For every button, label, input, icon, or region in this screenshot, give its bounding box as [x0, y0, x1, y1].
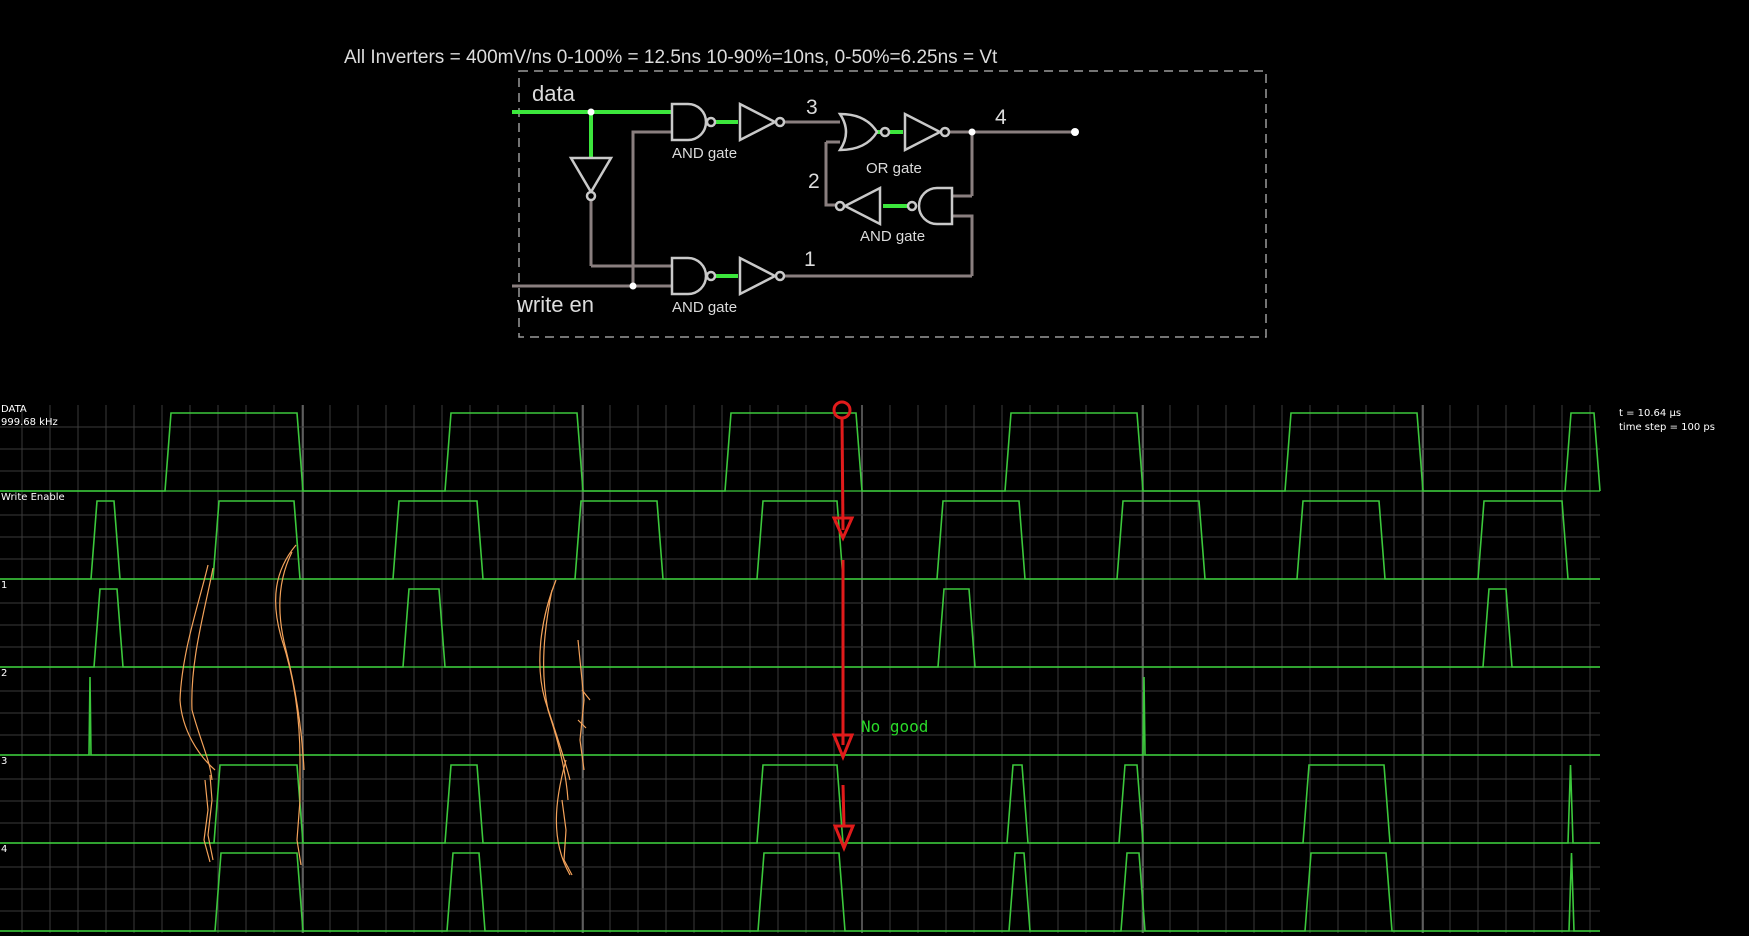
channel-label-write-enable: Write Enable	[1, 492, 65, 503]
header-note: All Inverters = 400mV/ns 0-100% = 12.5ns…	[344, 47, 998, 68]
output-terminal[interactable]	[1071, 128, 1079, 136]
gate-label: AND gate	[860, 228, 925, 245]
channel-label-4: 4	[1, 844, 7, 855]
schematic: All Inverters = 400mV/ns 0-100% = 12.5ns…	[344, 47, 1267, 338]
and-gate-icon[interactable]	[906, 186, 954, 226]
circuit-simulator-canvas[interactable]: All Inverters = 400mV/ns 0-100% = 12.5ns…	[0, 0, 1749, 936]
buffer-icon[interactable]	[834, 185, 882, 227]
channel-label-1: 1	[1, 580, 7, 591]
scope-traces	[0, 412, 1601, 932]
gate-label: AND gate	[672, 145, 737, 162]
data-wire[interactable]	[512, 110, 672, 160]
annotation-no-good: No good	[861, 717, 928, 736]
channel-label-2: 2	[1, 668, 7, 679]
or-gate-icon[interactable]	[837, 112, 891, 152]
node-label-2: 2	[808, 170, 820, 193]
input-write-label: write en	[516, 292, 594, 317]
gate-label: AND gate	[672, 299, 737, 316]
buffer-icon[interactable]	[903, 111, 951, 153]
scope-timestep-readout: time step = 100 ps	[1619, 422, 1715, 433]
buffer-icon[interactable]	[738, 255, 786, 297]
scope-trace-5	[0, 852, 1600, 932]
inverter-icon[interactable]	[568, 156, 614, 202]
wire-network[interactable]	[512, 120, 1075, 288]
scope-time-readout: t = 10.64 µs	[1619, 408, 1681, 419]
node-label-4: 4	[995, 106, 1007, 129]
buffer-icon[interactable]	[738, 101, 786, 143]
node-label-3: 3	[806, 96, 818, 119]
gate-label: OR gate	[866, 160, 922, 177]
scope-trace-3	[0, 676, 1600, 756]
scope-panel[interactable]	[0, 405, 1601, 933]
input-data-label: data	[532, 81, 576, 106]
scope-trace-1	[0, 500, 1600, 580]
node-label-1: 1	[804, 248, 816, 271]
channel-label-data: DATA	[1, 404, 27, 415]
channel-label-3: 3	[1, 756, 7, 767]
and-gate-icon[interactable]	[670, 256, 717, 296]
scope-trace-2	[0, 588, 1600, 668]
scope-trace-0	[0, 412, 1601, 492]
and-gate-icon[interactable]	[670, 102, 717, 142]
channel-freq-data: 999.68 kHz	[1, 417, 58, 428]
scope-trace-4	[0, 764, 1600, 844]
sketch-annotations	[179, 544, 591, 876]
scope-channel-labels: DATA 999.68 kHz Write Enable 1 2 3 4	[1, 404, 65, 855]
